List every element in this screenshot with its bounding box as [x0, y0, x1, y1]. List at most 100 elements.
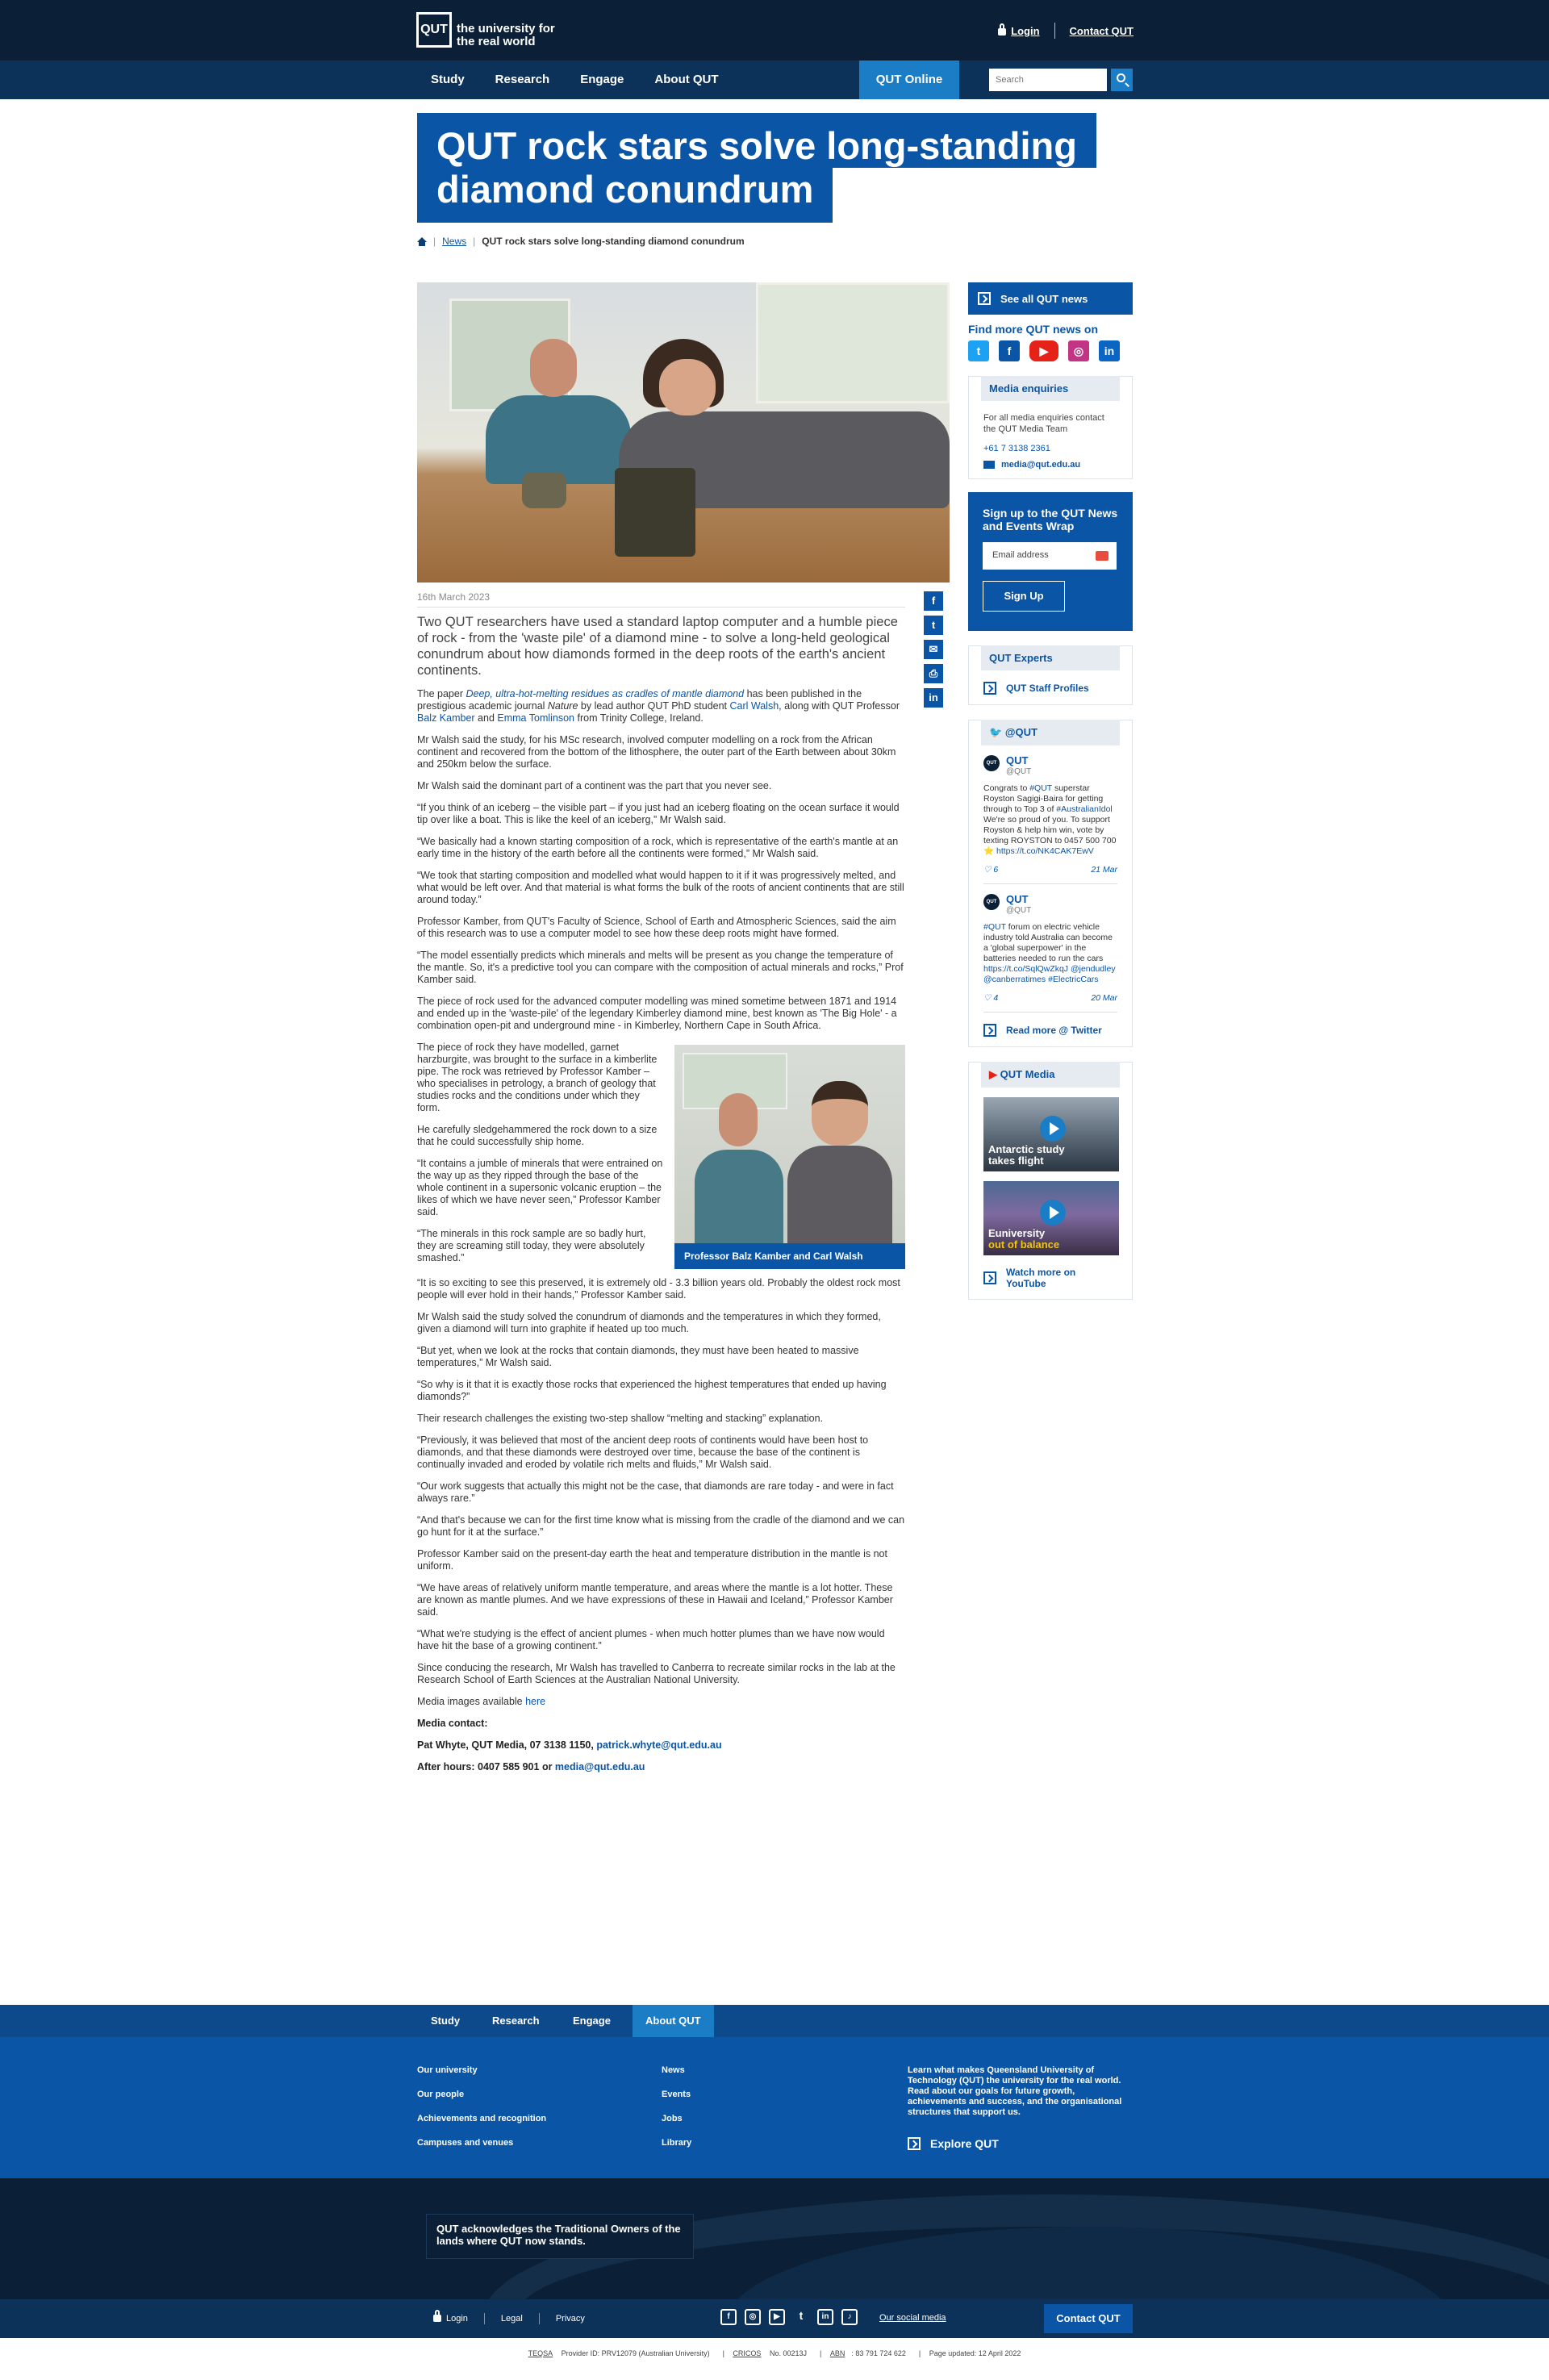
privacy-link[interactable]: Privacy [556, 2314, 585, 2324]
card-heading: ▶ QUT Media [981, 1062, 1120, 1088]
tweet-link[interactable]: https://t.co/SqlQwZkqJ @jendudley @canbe… [983, 964, 1116, 984]
footer-tab-research[interactable]: Research [479, 2005, 553, 2037]
staff-profiles-link[interactable]: QUT Staff Profiles [969, 670, 1132, 696]
media-images-link[interactable]: here [525, 1696, 545, 1707]
search-input[interactable] [989, 69, 1107, 91]
linkedin-icon[interactable]: in [817, 2309, 833, 2325]
acknowledgement-text: QUT acknowledges the Traditional Owners … [426, 2214, 694, 2259]
footer-link[interactable]: Campuses and venues [417, 2138, 546, 2148]
qut-logo[interactable]: QUT the university for the real world [416, 11, 570, 48]
lock-icon [433, 2310, 441, 2322]
twitter-icon[interactable]: t [793, 2309, 809, 2325]
nav-about[interactable]: About QUT [654, 73, 718, 86]
footer-link[interactable]: Library [662, 2138, 691, 2148]
tweet-link[interactable]: https://t.co/NK4CAK7EwV [996, 846, 1094, 856]
login-link-wrap[interactable]: Login [998, 23, 1040, 37]
footer-link[interactable]: Events [662, 2090, 691, 2099]
media-email-row[interactable]: media@qut.edu.au [983, 459, 1117, 470]
legal-link[interactable]: Legal [501, 2314, 523, 2324]
media-phone[interactable]: +61 7 3138 2361 [983, 443, 1117, 454]
email-share-icon[interactable]: ✉ [924, 640, 943, 659]
facebook-share-icon[interactable]: f [924, 591, 943, 611]
hashtag[interactable]: #QUT [983, 922, 1006, 932]
nav-engage[interactable]: Engage [580, 73, 624, 86]
tweet-date[interactable]: 20 Mar [1091, 993, 1117, 1004]
text: Media images available [417, 1696, 526, 1707]
print-icon[interactable]: ⎙ [924, 664, 943, 683]
twitter-icon[interactable]: t [968, 340, 989, 361]
facebook-icon[interactable]: f [720, 2309, 737, 2325]
tweet-date[interactable]: 21 Mar [1091, 865, 1117, 875]
email-field[interactable]: Email address [983, 542, 1117, 570]
facebook-icon[interactable]: f [999, 340, 1020, 361]
tweet-author[interactable]: QUT [1006, 894, 1031, 905]
footer-tab-study[interactable]: Study [418, 2005, 473, 2037]
twitter-more-link[interactable]: Read more @ Twitter [969, 1013, 1132, 1038]
video-thumbnail[interactable]: Antarctic study takes flight [983, 1097, 1119, 1171]
instagram-icon[interactable]: ◎ [1068, 340, 1089, 361]
footer-social-icons: f ◎ ▶ t in ♪ [720, 2309, 858, 2325]
sign-up-button[interactable]: Sign Up [983, 581, 1065, 612]
twitter-handle-heading: @QUT [1004, 726, 1038, 738]
footer-link[interactable]: Jobs [662, 2114, 691, 2123]
article-paragraph: “We basically had a known starting compo… [417, 836, 899, 859]
home-icon[interactable] [417, 236, 427, 246]
youtube-icon[interactable]: ▶ [1029, 340, 1058, 361]
like-count[interactable]: ♡ 6 [983, 865, 998, 875]
bottom-login[interactable]: Login [433, 2310, 468, 2324]
footer-tab-engage[interactable]: Engage [560, 2005, 624, 2037]
like-count[interactable]: ♡ 4 [983, 993, 998, 1004]
explore-qut-link[interactable]: Explore QUT [908, 2137, 999, 2150]
youtube-more-link[interactable]: Watch more on YouTube [969, 1255, 1132, 1291]
tiktok-icon[interactable]: ♪ [841, 2309, 858, 2325]
cricos-link[interactable]: CRICOS [733, 2349, 761, 2357]
hashtag[interactable]: #AustralianIdol [1056, 804, 1112, 814]
hashtag[interactable]: #QUT [1029, 783, 1052, 793]
footer-link[interactable]: News [662, 2065, 691, 2075]
nav-study[interactable]: Study [431, 73, 465, 86]
footer-link[interactable]: Our university [417, 2065, 546, 2075]
title-line-2: diamond conundrum [417, 168, 833, 223]
contact-link[interactable]: Contact QUT [1070, 25, 1134, 37]
after-hours-email-link[interactable]: media@qut.edu.au [555, 1761, 645, 1772]
avatar[interactable]: QUT [983, 894, 1000, 910]
login-link[interactable]: Login [1011, 25, 1039, 37]
contact-email-link[interactable]: patrick.whyte@qut.edu.au [596, 1739, 721, 1751]
explore-label: Explore QUT [930, 2137, 999, 2150]
wall-map [756, 282, 950, 403]
abn-link[interactable]: ABN [830, 2349, 845, 2357]
linkedin-icon[interactable]: in [1099, 340, 1120, 361]
kamber-link[interactable]: Balz Kamber [417, 712, 475, 724]
footer-tab-about[interactable]: About QUT [633, 2005, 714, 2037]
twitter-share-icon[interactable]: t [924, 616, 943, 635]
linkedin-share-icon[interactable]: in [924, 688, 943, 708]
all-news-button[interactable]: See all QUT news [968, 282, 1133, 315]
video-thumbnail[interactable]: Euniversity out of balance [983, 1181, 1119, 1255]
qut-online-button[interactable]: QUT Online [859, 61, 959, 99]
walsh-link[interactable]: Carl Walsh [730, 700, 779, 712]
breadcrumb-separator: | [433, 236, 436, 247]
nav-research[interactable]: Research [495, 73, 550, 86]
social-media-link[interactable]: Our social media [879, 2313, 946, 2323]
youtube-icon[interactable]: ▶ [769, 2309, 785, 2325]
footer-link[interactable]: Our people [417, 2090, 546, 2099]
article-paragraph: Mr Walsh said the dominant part of a con… [417, 780, 772, 791]
tomlinson-link[interactable]: Emma Tomlinson [497, 712, 574, 724]
avatar[interactable]: QUT [983, 755, 1000, 771]
tweet-author[interactable]: QUT [1006, 755, 1031, 766]
link-label: QUT Staff Profiles [1006, 683, 1089, 694]
text: , along with QUT Professor [779, 700, 900, 712]
footer-link[interactable]: Achievements and recognition [417, 2114, 546, 2123]
text: Provider ID: PRV12079 (Australian Univer… [559, 2349, 710, 2357]
teqsa-link[interactable]: TEQSA [528, 2349, 553, 2357]
search-button[interactable] [1111, 69, 1133, 91]
instagram-icon[interactable]: ◎ [745, 2309, 761, 2325]
contact-qut-button[interactable]: Contact QUT [1044, 2304, 1133, 2333]
legal-info: TEQSA Provider ID: PRV12079 (Australian … [528, 2349, 1021, 2357]
breadcrumb: | News | QUT rock stars solve long-stand… [417, 236, 745, 247]
video-caption: Antarctic study takes flight [988, 1144, 1065, 1167]
tweet-meta: ♡ 6 21 Mar [983, 865, 1117, 884]
paper-link[interactable]: Deep, ultra-hot-melting residues as crad… [466, 688, 744, 699]
link-label: Watch more on YouTube [1006, 1267, 1076, 1289]
breadcrumb-news[interactable]: News [442, 236, 466, 247]
